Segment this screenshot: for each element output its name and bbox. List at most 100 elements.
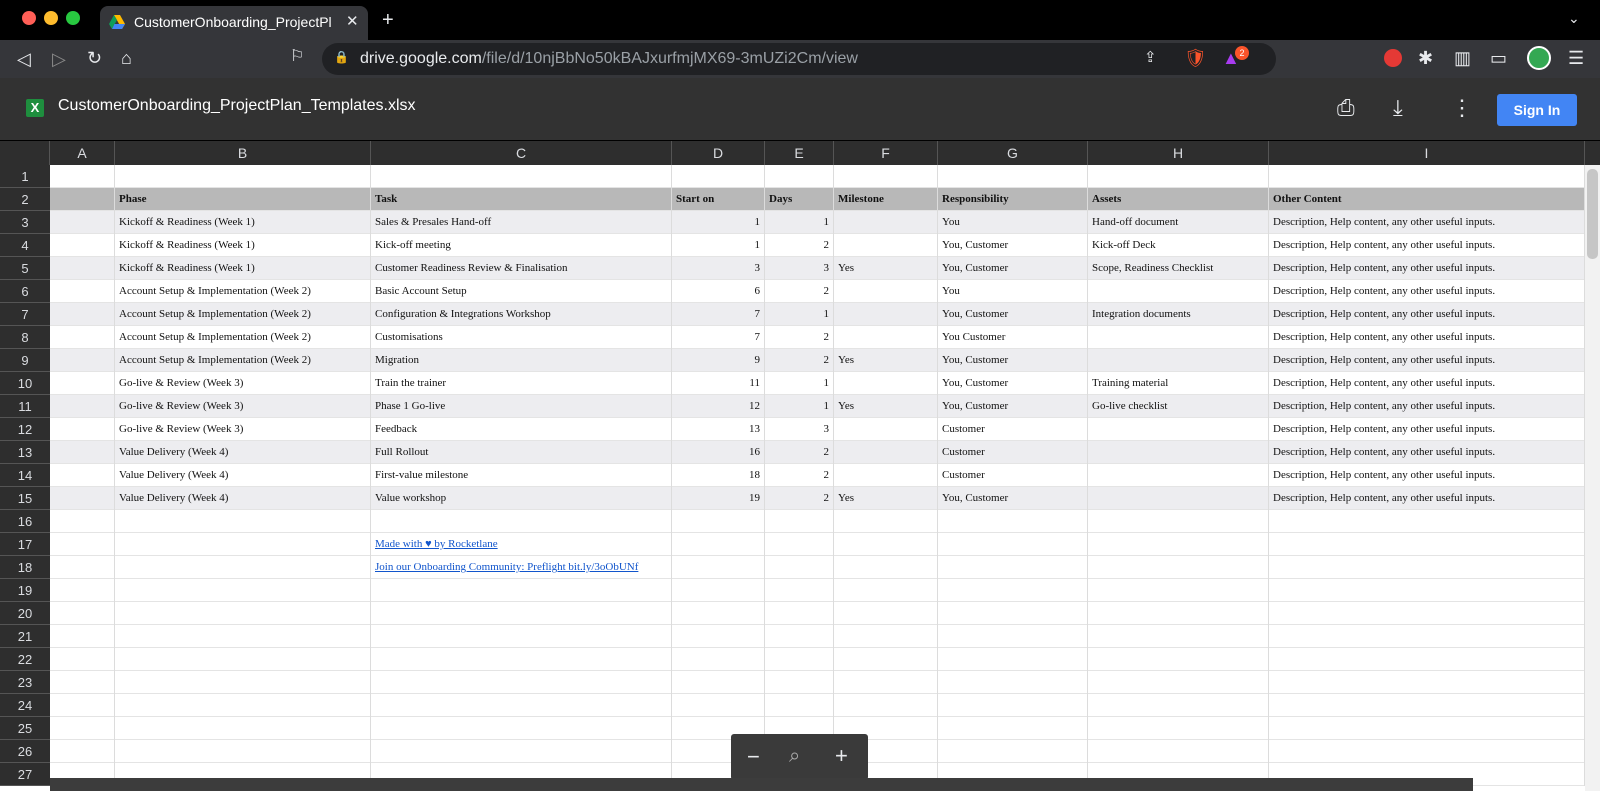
cell-responsibility[interactable] <box>938 694 1088 717</box>
cell[interactable] <box>50 418 115 441</box>
cell[interactable] <box>50 694 115 717</box>
address-bar[interactable]: 🔒 drive.google.com/file/d/10njBbNo50kBAJ… <box>322 43 1276 75</box>
row-header[interactable]: 8 <box>0 326 50 349</box>
row-header[interactable]: 11 <box>0 395 50 418</box>
cell[interactable] <box>50 464 115 487</box>
cell-responsibility[interactable] <box>938 648 1088 671</box>
cell-milestone[interactable] <box>834 671 938 694</box>
cell-days[interactable]: 1 <box>765 395 834 418</box>
cell-responsibility[interactable]: You, Customer <box>938 487 1088 510</box>
column-header-h[interactable]: H <box>1088 141 1269 165</box>
cell-other[interactable]: Description, Help content, any other use… <box>1269 464 1585 487</box>
cell-days[interactable]: 2 <box>765 280 834 303</box>
cell-days[interactable]: 1 <box>765 303 834 326</box>
cell[interactable] <box>50 602 115 625</box>
header-cell-responsibility[interactable]: Responsibility <box>938 188 1088 211</box>
cell-responsibility[interactable]: Customer <box>938 464 1088 487</box>
cell-phase[interactable] <box>115 510 371 533</box>
cell-start[interactable]: 6 <box>672 280 765 303</box>
header-cell-days[interactable]: Days <box>765 188 834 211</box>
row-header[interactable]: 5 <box>0 257 50 280</box>
row-header[interactable]: 3 <box>0 211 50 234</box>
cell-start[interactable]: 18 <box>672 464 765 487</box>
cell-responsibility[interactable]: You, Customer <box>938 372 1088 395</box>
vertical-scrollbar[interactable] <box>1585 165 1600 791</box>
brave-shield-icon[interactable]: 🛡 <box>1184 49 1207 67</box>
cell-responsibility[interactable] <box>938 740 1088 763</box>
cell-other[interactable]: Description, Help content, any other use… <box>1269 211 1585 234</box>
cell[interactable] <box>50 510 115 533</box>
cell-days[interactable]: 2 <box>765 326 834 349</box>
cell-assets[interactable] <box>1088 533 1269 556</box>
row-header[interactable]: 16 <box>0 510 50 533</box>
cell-phase[interactable] <box>115 165 371 188</box>
cell-days[interactable]: 1 <box>765 211 834 234</box>
row-header[interactable]: 27 <box>0 763 50 786</box>
cell-start[interactable] <box>672 556 765 579</box>
cell-other[interactable]: Description, Help content, any other use… <box>1269 395 1585 418</box>
cell-responsibility[interactable]: You <box>938 280 1088 303</box>
cell-other[interactable] <box>1269 510 1585 533</box>
download-icon[interactable]: ⤓ <box>1393 97 1403 119</box>
cell-phase[interactable]: Value Delivery (Week 4) <box>115 464 371 487</box>
cell[interactable] <box>50 395 115 418</box>
cell-assets[interactable]: Go-live checklist <box>1088 395 1269 418</box>
row-header[interactable]: 14 <box>0 464 50 487</box>
cell-assets[interactable]: Hand-off document <box>1088 211 1269 234</box>
cell-start[interactable] <box>672 533 765 556</box>
cell-task[interactable]: Customer Readiness Review & Finalisation <box>371 257 672 280</box>
row-header[interactable]: 1 <box>0 165 50 188</box>
cell-start[interactable]: 12 <box>672 395 765 418</box>
cell-phase[interactable]: Kickoff & Readiness (Week 1) <box>115 234 371 257</box>
cell-responsibility[interactable]: You, Customer <box>938 234 1088 257</box>
column-header-b[interactable]: B <box>115 141 371 165</box>
cell-milestone[interactable] <box>834 648 938 671</box>
cell-phase[interactable]: Value Delivery (Week 4) <box>115 487 371 510</box>
cell-task[interactable]: Phase 1 Go-live <box>371 395 672 418</box>
forward-icon[interactable]: ▷ <box>52 50 66 68</box>
cell-milestone[interactable] <box>834 625 938 648</box>
zoom-in-icon[interactable]: + <box>835 745 848 767</box>
cell-days[interactable] <box>765 165 834 188</box>
cell-assets[interactable] <box>1088 602 1269 625</box>
cell-responsibility[interactable]: You <box>938 211 1088 234</box>
cell-assets[interactable]: Training material <box>1088 372 1269 395</box>
cell-responsibility[interactable] <box>938 717 1088 740</box>
cell-milestone[interactable] <box>834 464 938 487</box>
cell-milestone[interactable] <box>834 418 938 441</box>
row-header[interactable]: 6 <box>0 280 50 303</box>
cell[interactable] <box>50 671 115 694</box>
cell-days[interactable] <box>765 671 834 694</box>
cell-phase[interactable]: Account Setup & Implementation (Week 2) <box>115 280 371 303</box>
cell-start[interactable]: 1 <box>672 234 765 257</box>
cell-task[interactable]: Value workshop <box>371 487 672 510</box>
bookmark-icon[interactable]: ⚐ <box>290 49 304 65</box>
cell-start[interactable] <box>672 165 765 188</box>
cell-start[interactable] <box>672 648 765 671</box>
more-options-icon[interactable]: ⋮ <box>1451 97 1473 119</box>
cell-phase[interactable] <box>115 671 371 694</box>
cell-start[interactable] <box>672 602 765 625</box>
cell-responsibility[interactable] <box>938 556 1088 579</box>
row-header[interactable]: 9 <box>0 349 50 372</box>
cell-task[interactable] <box>371 165 672 188</box>
cell-phase[interactable]: Account Setup & Implementation (Week 2) <box>115 326 371 349</box>
cell[interactable] <box>50 556 115 579</box>
cell-responsibility[interactable]: You, Customer <box>938 257 1088 280</box>
cell-phase[interactable] <box>115 717 371 740</box>
cell-days[interactable] <box>765 602 834 625</box>
column-header-a[interactable]: A <box>50 141 115 165</box>
cell-days[interactable]: 1 <box>765 372 834 395</box>
cell-task[interactable]: First-value milestone <box>371 464 672 487</box>
header-cell-assets[interactable]: Assets <box>1088 188 1269 211</box>
cell-responsibility[interactable] <box>938 602 1088 625</box>
cell[interactable] <box>50 717 115 740</box>
cell-task[interactable] <box>371 625 672 648</box>
cell-milestone[interactable] <box>834 510 938 533</box>
cell-task[interactable]: Train the trainer <box>371 372 672 395</box>
cell-other[interactable]: Description, Help content, any other use… <box>1269 487 1585 510</box>
browser-tab[interactable]: CustomerOnboarding_ProjectPl ✕ <box>100 6 368 40</box>
cell-days[interactable]: 2 <box>765 234 834 257</box>
row-header[interactable]: 15 <box>0 487 50 510</box>
back-icon[interactable]: ◁ <box>17 50 31 68</box>
